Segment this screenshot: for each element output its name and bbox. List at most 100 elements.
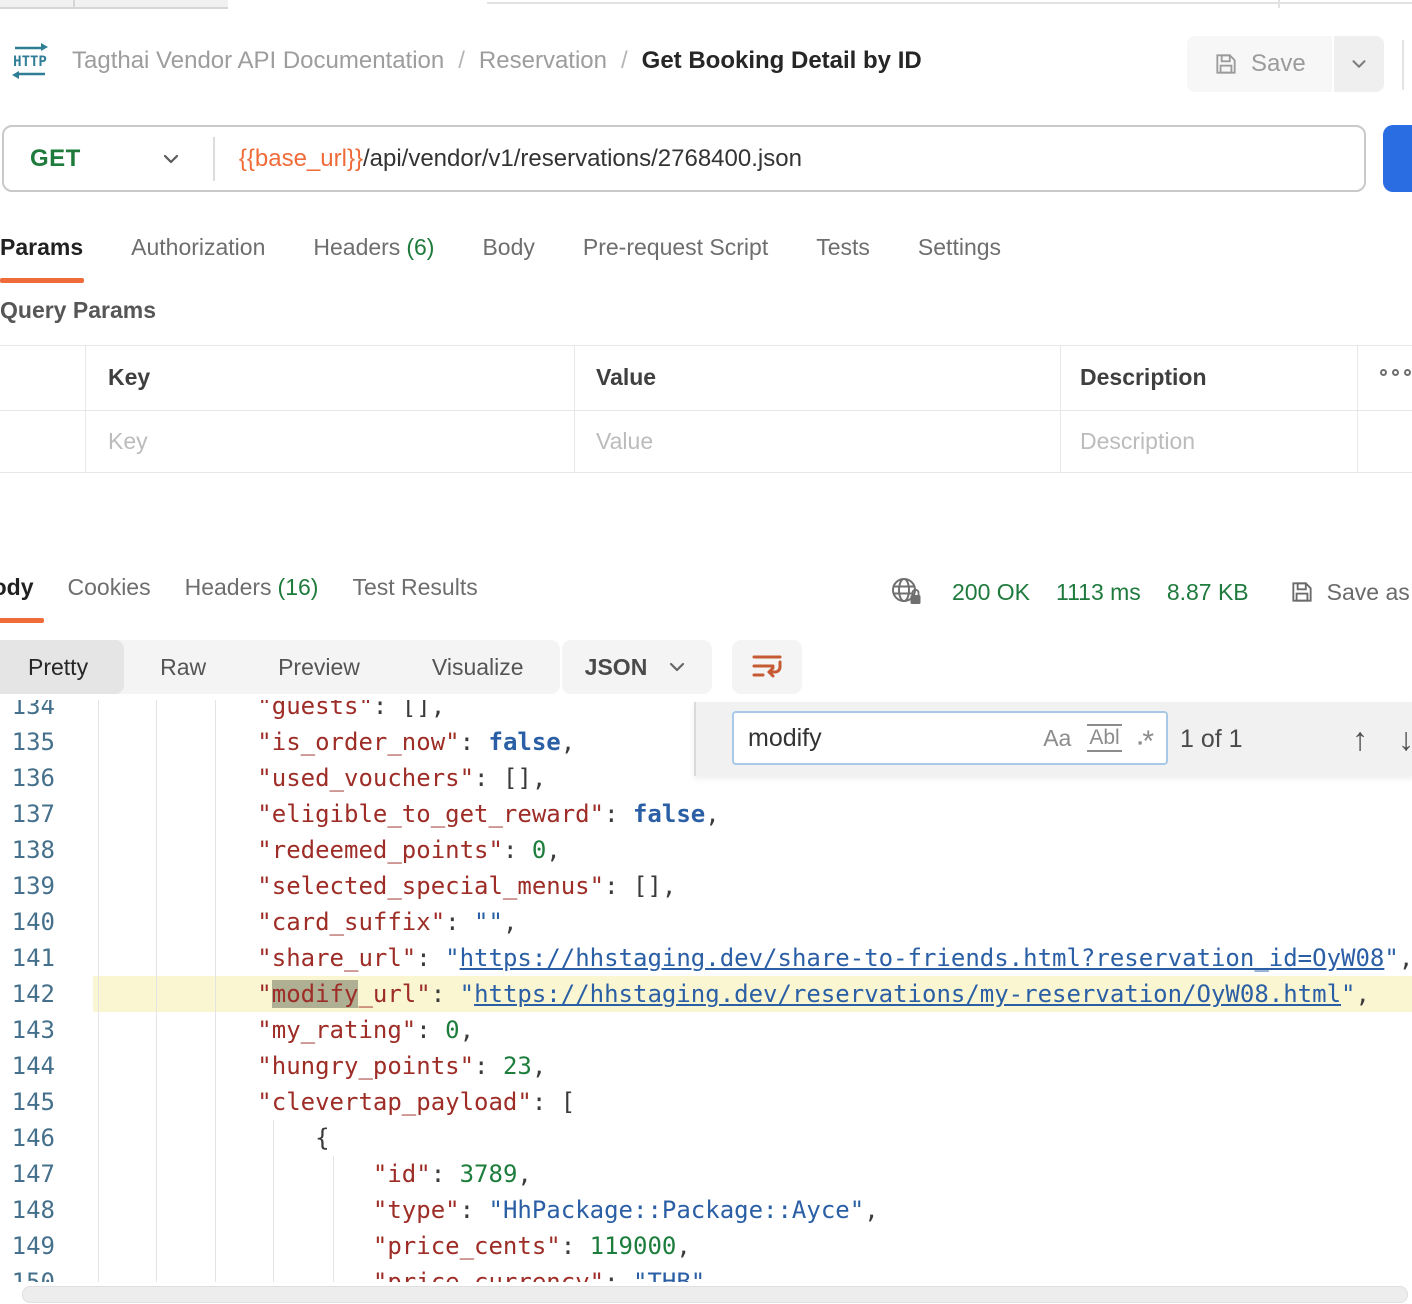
response-body-code[interactable]: 134 "guests": [],135 "is_order_now": fal…	[0, 700, 1412, 1282]
save-button-group: Save	[1187, 36, 1384, 92]
view-mode-preview[interactable]: Preview	[242, 640, 396, 694]
code-line-content: "eligible_to_get_reward": false,	[55, 796, 1412, 832]
code-line: 137 "eligible_to_get_reward": false,	[0, 796, 1412, 832]
breadcrumb-collection[interactable]: Tagthai Vendor API Documentation	[72, 47, 444, 75]
search-options: Aa Abl ▪*	[1043, 721, 1154, 755]
send-button[interactable]	[1383, 125, 1412, 192]
more-options-icon[interactable]	[1380, 369, 1411, 376]
url-input[interactable]: {{base_url}}/api/vendor/v1/reservations/…	[239, 145, 802, 173]
code-line: 146 {	[0, 1120, 1412, 1156]
wrap-lines-button[interactable]	[732, 640, 802, 694]
tab-params[interactable]: Params	[0, 228, 83, 261]
line-number: 150	[0, 1264, 55, 1282]
tab-strip-separator	[73, 0, 75, 9]
request-header: HTTP Tagthai Vendor API Documentation / …	[0, 10, 1412, 110]
tab-headers[interactable]: Headers(6)	[313, 228, 434, 261]
line-number: 142	[0, 976, 55, 1012]
code-line-content: "hungry_points": 23,	[55, 1048, 1412, 1084]
code-line-content: "card_suffix": "",	[55, 904, 1412, 940]
line-number: 138	[0, 832, 55, 868]
code-line: 143 "my_rating": 0,	[0, 1012, 1412, 1048]
code-line-content: "redeemed_points": 0,	[55, 832, 1412, 868]
indent-guide	[156, 700, 157, 1282]
code-line-content: "price_currency": "THB"	[55, 1264, 1412, 1282]
regex-icon[interactable]: ▪*	[1138, 721, 1154, 755]
view-mode-visualize[interactable]: Visualize	[396, 640, 560, 694]
code-line-content: "modify_url": "https://hhstaging.dev/res…	[55, 976, 1412, 1012]
search-input[interactable]: modify Aa Abl ▪*	[732, 711, 1168, 765]
previous-match-arrow-icon[interactable]: ↑	[1352, 702, 1368, 776]
save-response-button[interactable]: Save as	[1289, 579, 1410, 606]
column-header-value: Value	[596, 345, 656, 410]
code-line-content: "price_cents": 119000,	[55, 1228, 1412, 1264]
code-line: 149 "price_cents": 119000,	[0, 1228, 1412, 1264]
search-match-count: 1 of 1	[1180, 702, 1243, 776]
tab-authorization[interactable]: Authorization	[131, 228, 265, 261]
line-number: 149	[0, 1228, 55, 1264]
method-chevron-icon[interactable]	[159, 147, 183, 171]
code-line-content: "type": "HhPackage::Package::Ayce",	[55, 1192, 1412, 1228]
indent-guide	[333, 1156, 334, 1282]
line-number: 148	[0, 1192, 55, 1228]
response-tab-body[interactable]: Body	[0, 560, 34, 601]
wrap-lines-icon	[750, 652, 784, 682]
table-border	[0, 410, 1412, 411]
response-size[interactable]: 8.87 KB	[1167, 579, 1249, 606]
format-selector[interactable]: JSON	[562, 640, 712, 694]
line-number: 147	[0, 1156, 55, 1192]
url-path: /api/vendor/v1/reservations/2768400.json	[363, 145, 802, 172]
indent-guide	[273, 1120, 274, 1282]
table-border	[1060, 345, 1061, 473]
whole-word-icon[interactable]: Abl	[1087, 724, 1121, 752]
json-link[interactable]: https://hhstaging.dev/reservations/my-re…	[474, 980, 1341, 1008]
horizontal-scrollbar-thumb[interactable]	[22, 1286, 1408, 1303]
view-mode-switcher: Pretty Raw Preview Visualize	[0, 640, 560, 694]
match-case-icon[interactable]: Aa	[1043, 725, 1071, 752]
response-tab-headers[interactable]: Headers(16)	[185, 560, 319, 601]
tab-settings[interactable]: Settings	[918, 228, 1001, 261]
column-header-key: Key	[108, 345, 150, 410]
param-description-input[interactable]: Description	[1080, 410, 1195, 473]
response-tab-cookies[interactable]: Cookies	[68, 560, 151, 601]
table-border	[0, 472, 1412, 473]
response-headers-count: (16)	[278, 574, 319, 600]
save-button[interactable]: Save	[1187, 36, 1332, 92]
line-number: 134	[0, 700, 55, 724]
tab-tests[interactable]: Tests	[816, 228, 870, 261]
svg-text:HTTP: HTTP	[13, 54, 47, 70]
query-params-title: Query Params	[0, 297, 156, 324]
search-panel: modify Aa Abl ▪* 1 of 1 ↑ ↓	[694, 702, 1412, 776]
response-tab-test-results[interactable]: Test Results	[352, 560, 477, 601]
param-value-input[interactable]: Value	[596, 410, 653, 473]
breadcrumb-folder[interactable]: Reservation	[479, 47, 607, 75]
tab-body[interactable]: Body	[482, 228, 534, 261]
response-status-badge[interactable]: 200 OK	[952, 579, 1030, 606]
line-number: 146	[0, 1120, 55, 1156]
next-match-arrow-icon[interactable]: ↓	[1398, 702, 1412, 776]
view-mode-raw[interactable]: Raw	[124, 640, 242, 694]
breadcrumb-separator: /	[458, 47, 465, 75]
view-mode-pretty[interactable]: Pretty	[0, 640, 124, 694]
search-query-text: modify	[734, 724, 1043, 753]
tab-strip-separator-right	[1278, 0, 1280, 8]
format-chevron-icon	[665, 655, 689, 679]
response-toolbar: Pretty Raw Preview Visualize JSON	[0, 640, 1412, 694]
code-line: 148 "type": "HhPackage::Package::Ayce",	[0, 1192, 1412, 1228]
code-line: 141 "share_url": "https://hhstaging.dev/…	[0, 940, 1412, 976]
active-tab-indicator	[0, 278, 84, 283]
tab-pre-request-script[interactable]: Pre-request Script	[583, 228, 768, 261]
response-time[interactable]: 1113 ms	[1056, 579, 1141, 606]
query-params-table: Key Value Description Key Value Descript…	[0, 345, 1412, 473]
line-number: 135	[0, 724, 55, 760]
network-globe-lock-icon[interactable]	[890, 576, 926, 608]
json-link[interactable]: https://hhstaging.dev/share-to-friends.h…	[460, 944, 1385, 972]
code-line-content: "clevertap_payload": [	[55, 1084, 1412, 1120]
save-options-button[interactable]	[1334, 36, 1384, 92]
line-number: 144	[0, 1048, 55, 1084]
method-selector[interactable]: GET	[30, 145, 81, 173]
param-key-input[interactable]: Key	[108, 410, 148, 473]
header-divider	[1402, 40, 1404, 90]
request-tabs: Params Authorization Headers(6) Body Pre…	[0, 228, 1001, 284]
code-lines: 134 "guests": [],135 "is_order_now": fal…	[0, 700, 1412, 1282]
code-line-content: "id": 3789,	[55, 1156, 1412, 1192]
